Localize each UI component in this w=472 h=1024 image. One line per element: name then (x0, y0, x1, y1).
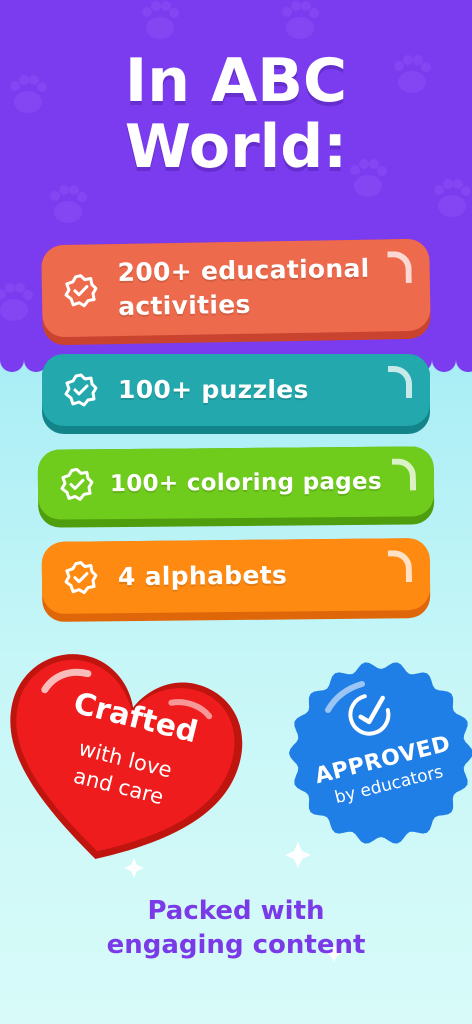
headline-line-2: World: (124, 112, 348, 182)
shine-highlight (391, 458, 417, 491)
headline-line-1: In ABC (124, 46, 348, 116)
feature-educational-activities: 200+ educational activities (41, 238, 431, 346)
feature-alphabets: 4 alphabets (41, 537, 431, 623)
feature-label: 100+ puzzles (118, 375, 309, 404)
check-badge-icon (64, 561, 98, 595)
headline: In ABC World: (0, 48, 472, 180)
feature-puzzles: 100+ puzzles (42, 354, 430, 434)
feature-label: 4 alphabets (117, 560, 288, 592)
feature-label: 100+ coloring pages (109, 468, 382, 498)
feature-label: activities (117, 289, 251, 322)
check-badge-icon (64, 274, 98, 308)
feature-coloring-pages: 100+ coloring pages (37, 446, 435, 528)
footer-line-2: engaging content (106, 930, 366, 960)
feature-label: 200+ educational (117, 253, 370, 288)
footer-line-1: Packed with (147, 896, 325, 926)
shine-highlight (387, 250, 412, 284)
shine-highlight (387, 550, 413, 583)
shine-highlight (388, 366, 412, 398)
check-badge-icon (64, 373, 98, 407)
check-badge-icon (60, 467, 94, 501)
check-badge-icon (348, 694, 391, 736)
footer-tagline: Packed with engaging content (0, 894, 472, 962)
